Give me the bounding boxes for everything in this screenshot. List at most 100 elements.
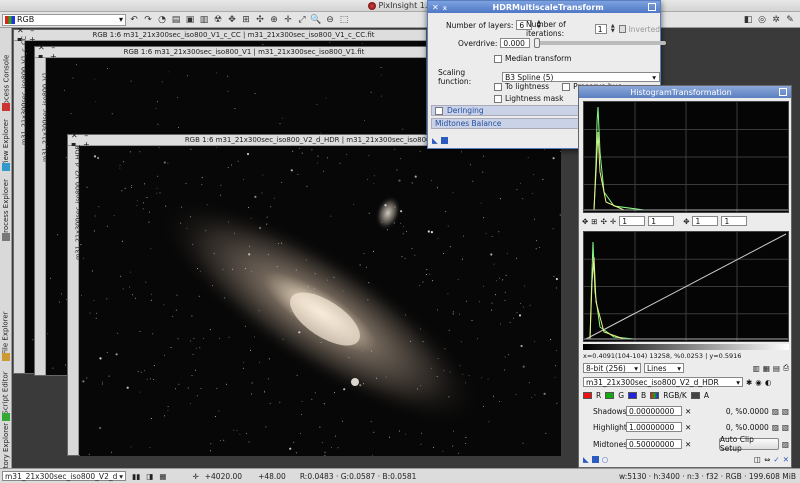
channel-toggle-icon[interactable]: ▦ <box>159 472 166 481</box>
track-icon[interactable]: ⇔ <box>764 455 770 464</box>
overdrive-slider-thumb[interactable] <box>534 38 541 48</box>
clipping-icon[interactable]: ▦ <box>763 364 770 373</box>
iterations-spinner-icon[interactable]: ▲ ▼ <box>610 24 616 34</box>
tab-script-editor[interactable]: Script Editor <box>0 368 12 421</box>
mask-icon[interactable]: ◨ <box>146 472 153 481</box>
print-icon[interactable]: ⎙ <box>783 363 789 373</box>
fit-icon[interactable]: ⊞ <box>240 14 252 26</box>
stretch-icon[interactable]: ◔ <box>156 14 168 26</box>
window-side-tab[interactable]: m31_21x300sec_iso800_V1 <box>35 58 49 375</box>
tab-process-console[interactable]: Process Console <box>0 55 12 111</box>
panel-title-bar[interactable]: HistogramTransformation <box>579 86 791 98</box>
window-side-tab[interactable]: m31_21x300sec_iso800_V1_c_CC <box>14 36 28 373</box>
midtones-tool-icon[interactable]: ▨ <box>782 440 789 449</box>
brush-icon[interactable]: ✎ <box>784 14 796 26</box>
midtones-input[interactable]: 0.50000000 <box>626 439 682 449</box>
histogram-transformation-panel[interactable]: HistogramTransformation ✥ ⊞ ✣ ✛ 1 1 ✥ 1 1 x… <box>578 85 792 468</box>
preview-icon[interactable]: ▥ <box>198 14 210 26</box>
auto-clip-setup-button[interactable]: Auto Clip Setup <box>718 435 779 453</box>
h-zoom-output-input[interactable]: 1 <box>692 216 719 226</box>
alpha-channel-icon[interactable] <box>690 392 700 399</box>
view-settings-icon[interactable]: ✱ <box>746 378 752 387</box>
window-title-bar[interactable]: ✕ – ▪ + RGB 1:6 m31_21x300sec_iso800_V1 |… <box>35 43 426 61</box>
apply-global-icon[interactable]: ◫ <box>754 455 761 464</box>
iterations-input[interactable]: 1 <box>594 24 607 34</box>
shadows-tool-icon[interactable]: ▨ <box>772 407 779 416</box>
real-time-icon[interactable]: ○ <box>602 455 609 464</box>
midtones-reset-icon[interactable]: ✕ <box>685 440 691 449</box>
close-icon[interactable]: ✕ <box>432 3 439 12</box>
image-canvas[interactable] <box>80 147 561 456</box>
history-icon[interactable]: ◧ <box>742 14 754 26</box>
overdrive-input[interactable]: 0.000 <box>500 38 531 48</box>
select-icon[interactable]: ⬚ <box>338 14 350 26</box>
restore-icon[interactable] <box>779 88 787 96</box>
undo-icon[interactable]: ↶ <box>128 14 140 26</box>
tab-view-explorer[interactable]: View Explorer <box>0 118 12 171</box>
channel-icon[interactable]: ▤ <box>170 14 182 26</box>
window-title-bar[interactable]: ✕ – ▪ + RGB 1:6 m31_21x300sec_iso800_V1_c… <box>14 26 426 44</box>
log-scale-icon[interactable]: ▥ <box>753 364 760 373</box>
redo-icon[interactable]: ↷ <box>142 14 154 26</box>
pan-icon[interactable]: ✥ <box>226 14 238 26</box>
shadows-input[interactable]: 0.00000000 <box>626 406 682 416</box>
pan-icon[interactable]: ✥ <box>683 217 689 226</box>
track-view-icon[interactable]: ◐ <box>765 378 772 387</box>
expand-icon[interactable]: ⤢ <box>296 14 308 26</box>
new-instance-icon[interactable]: ◣ <box>583 455 589 464</box>
green-channel-icon[interactable] <box>605 392 615 399</box>
reset-icon[interactable]: ✕ <box>783 455 789 464</box>
zoom-fit-icon[interactable]: ⊞ <box>591 217 597 226</box>
dialog-title-bar[interactable]: ✕ ⌅ HDRMultiscaleTransform <box>428 1 660 13</box>
rgbk-channel-icon[interactable] <box>650 392 660 399</box>
reset-view-icon[interactable]: ▤ <box>773 364 780 373</box>
h-zoom-input[interactable]: 1 <box>619 216 646 226</box>
zoom-icon[interactable]: ⊕ <box>268 14 280 26</box>
shadows-reset-icon[interactable]: ✕ <box>685 407 691 416</box>
output-histogram[interactable] <box>583 231 789 342</box>
stf-icon[interactable]: ☢ <box>212 14 224 26</box>
real-time-preview-icon[interactable]: ◉ <box>755 378 762 387</box>
stf-icon[interactable]: ▮▮ <box>132 472 140 481</box>
shadows-auto-icon[interactable]: ▧ <box>782 407 789 416</box>
crosshair-icon[interactable]: ✛ <box>610 217 616 226</box>
red-channel-icon[interactable] <box>583 392 592 399</box>
highlights-tool-icon[interactable]: ▨ <box>772 423 779 432</box>
zoom-in-icon[interactable]: 🔍 <box>310 14 322 26</box>
apply-icon[interactable] <box>440 137 448 144</box>
preserve-hue-checkbox[interactable] <box>562 82 571 91</box>
scaling-function-select[interactable]: B3 Spline (5) ▾ <box>502 72 660 82</box>
blue-channel-icon[interactable] <box>628 392 638 399</box>
accept-icon[interactable]: ✓ <box>773 455 779 464</box>
lightness-mask-checkbox[interactable] <box>494 94 502 103</box>
inverted-checkbox[interactable] <box>618 25 626 33</box>
to-lightness-checkbox[interactable] <box>494 82 502 91</box>
overdrive-slider[interactable] <box>534 38 667 48</box>
graph-style-select[interactable]: Lines ▾ <box>644 363 684 373</box>
tonal-gradient-bar[interactable] <box>583 344 789 350</box>
mask-icon[interactable]: ▣ <box>184 14 196 26</box>
deringing-checkbox[interactable] <box>435 106 443 115</box>
image-window-v2-d-hdr[interactable]: ✕ – ▪ + RGB 1:6 m31_21x300sec_iso800_V2_d… <box>67 131 561 456</box>
tab-file-explorer[interactable]: File Explorer <box>0 308 12 361</box>
active-view-select[interactable]: m31_21x300sec_iso800_V2_d ▾ <box>2 471 126 481</box>
target-icon[interactable]: ◎ <box>756 14 768 26</box>
median-transform-checkbox[interactable] <box>494 54 502 63</box>
zoom-fit-icon[interactable]: ✣ <box>254 14 266 26</box>
zoom-in-icon[interactable]: ✥ <box>582 217 588 226</box>
highlights-reset-icon[interactable]: ✕ <box>685 423 691 432</box>
cog-icon[interactable]: ✲ <box>770 14 782 26</box>
apply-icon[interactable] <box>591 456 599 463</box>
target-view-select[interactable]: m31_21x300sec_iso800_V2_d_HDR ▾ <box>583 377 743 387</box>
restore-icon[interactable] <box>648 3 656 11</box>
color-space-select[interactable]: RGB ▾ <box>2 13 126 26</box>
window-side-tab[interactable]: m31_21x300sec_iso800_V2_d_HDR <box>68 145 82 455</box>
bit-depth-select[interactable]: 8-bit (256) ▾ <box>583 363 641 373</box>
v-zoom-output-input[interactable]: 1 <box>721 216 748 226</box>
crosshair-icon[interactable]: ✛ <box>282 14 294 26</box>
new-instance-icon[interactable]: ◣ <box>432 136 438 145</box>
v-zoom-input[interactable]: 1 <box>648 216 675 226</box>
tab-process-explorer[interactable]: Process Explorer <box>0 178 12 241</box>
highlights-auto-icon[interactable]: ▧ <box>782 423 789 432</box>
zoom-out-icon[interactable]: ⊖ <box>324 14 336 26</box>
